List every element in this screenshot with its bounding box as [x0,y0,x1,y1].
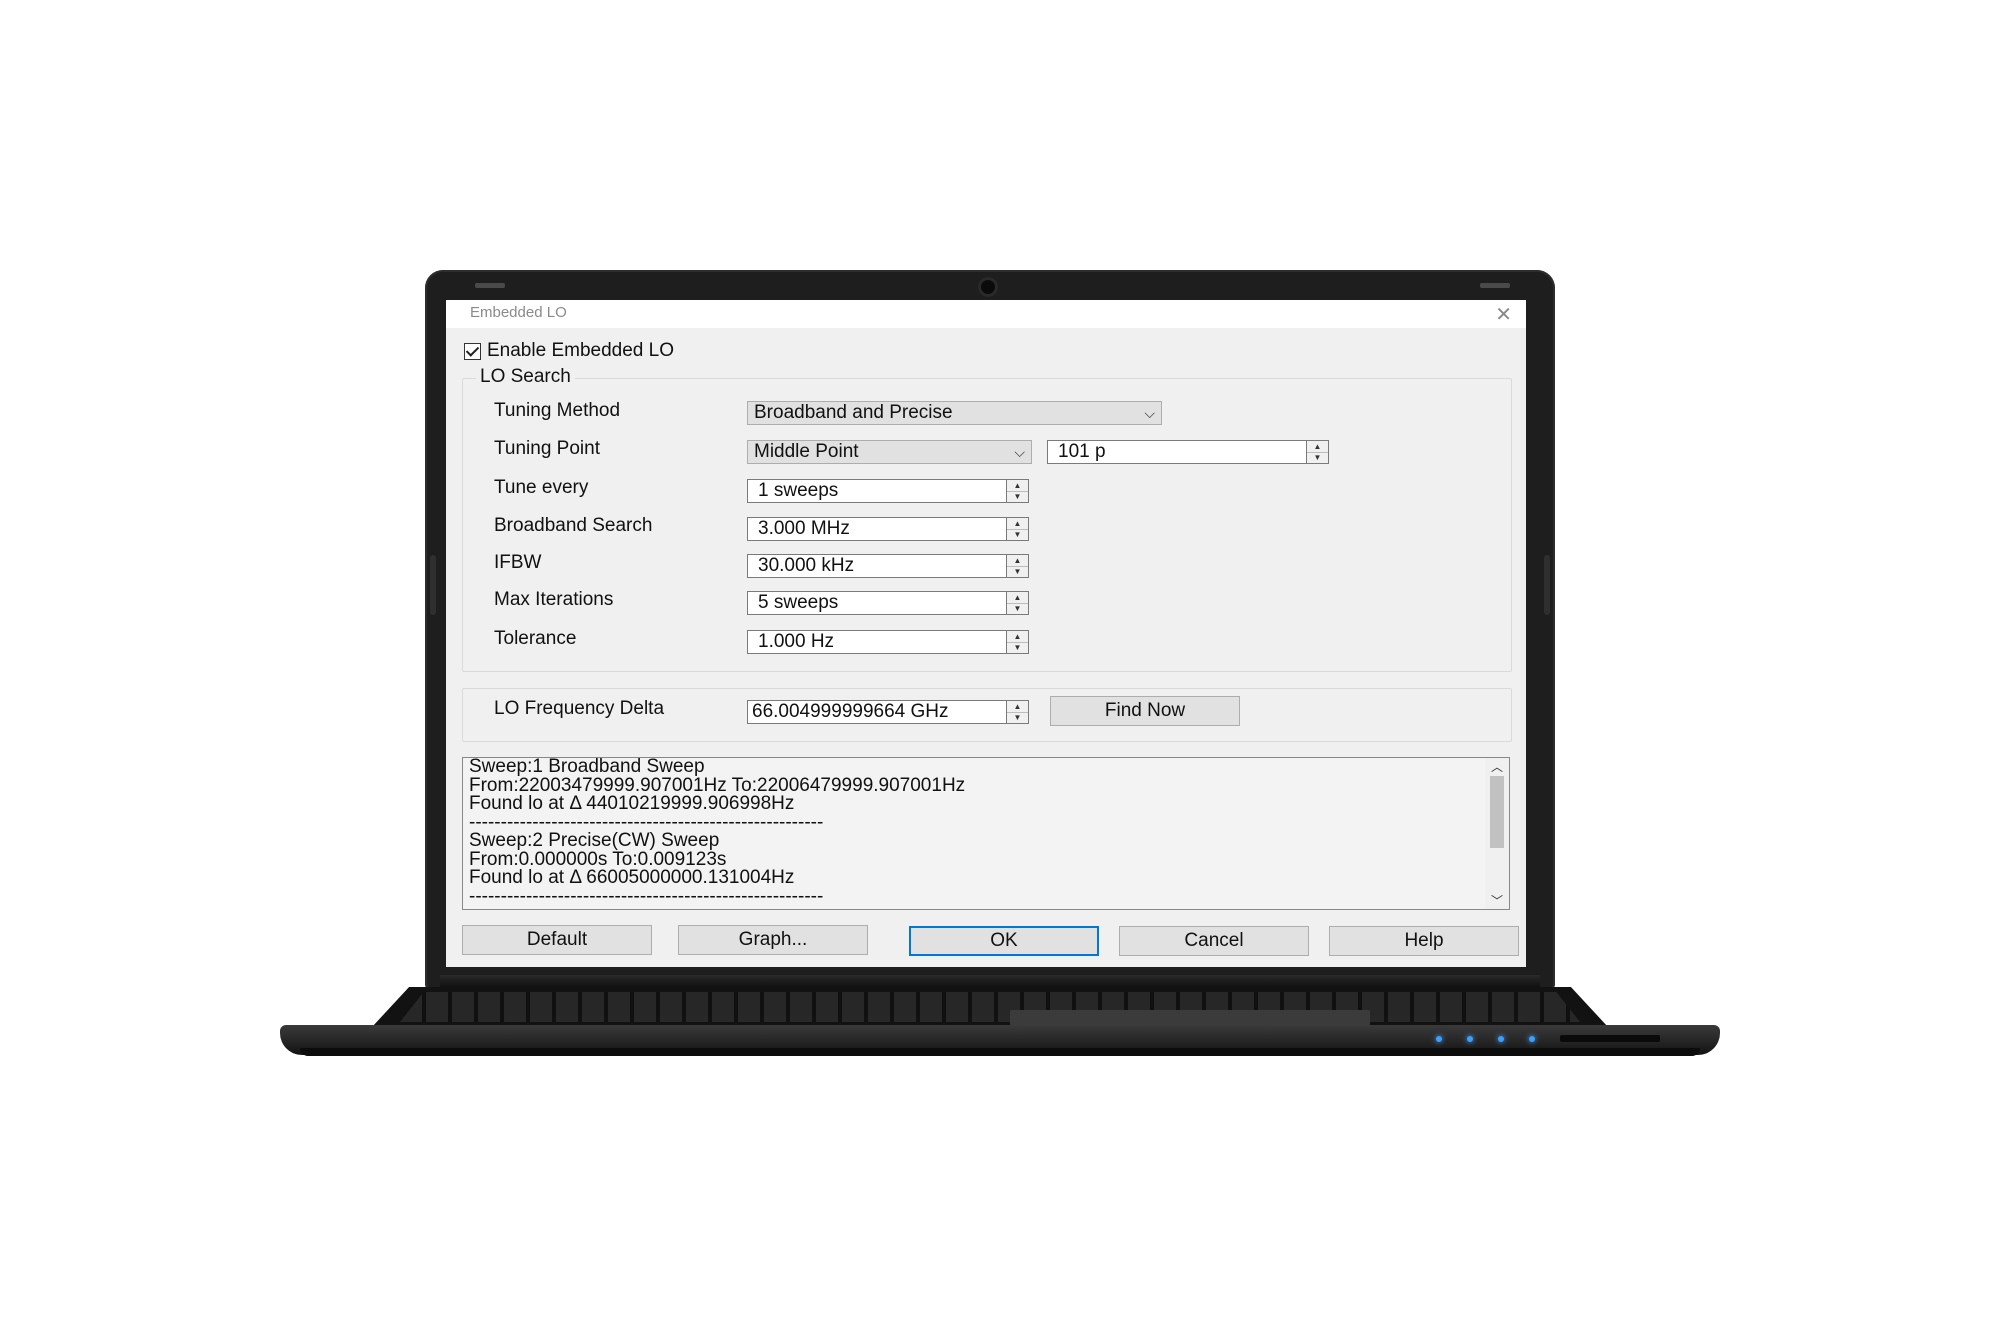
spin-arrows[interactable]: ▲ ▼ [1007,700,1029,724]
keyboard-keys [400,992,1580,1022]
log-line: Sweep:1 Broadband Sweep [469,757,705,777]
spin-down-icon[interactable]: ▼ [1007,490,1028,503]
spin-arrows[interactable]: ▲ ▼ [1307,440,1329,464]
spin-up-icon[interactable]: ▲ [1007,701,1028,712]
bezel-nub-left [430,555,436,615]
ifbw-spinbox[interactable]: 30.000 kHz ▲ ▼ [747,554,1029,578]
spin-up-icon[interactable]: ▲ [1307,441,1328,452]
tuning-points-spinbox[interactable]: 101 p ▲ ▼ [1047,440,1329,464]
broadband-search-label: Broadband Search [494,515,653,536]
tuning-point-select[interactable]: Middle Point ⌵ [747,440,1032,464]
spin-arrows[interactable]: ▲ ▼ [1007,591,1029,615]
spin-arrows[interactable]: ▲ ▼ [1007,479,1029,503]
spin-up-icon[interactable]: ▲ [1007,480,1028,491]
log-scrollbar[interactable]: ︿ ﹀ [1485,758,1509,909]
scroll-down-icon[interactable]: ﹀ [1485,892,1509,909]
tune-every-spinbox[interactable]: 1 sweeps ▲ ▼ [747,479,1029,503]
bezel-nub-right [1544,555,1550,615]
tune-every-label: Tune every [494,477,589,498]
tuning-point-value: Middle Point [754,441,859,462]
tolerance-input[interactable]: 1.000 Hz [747,630,1007,654]
max-iterations-input[interactable]: 5 sweeps [747,591,1007,615]
spin-down-icon[interactable]: ▼ [1007,528,1028,541]
tuning-points-input[interactable]: 101 p [1047,440,1307,464]
card-slot [1560,1035,1660,1042]
search-log-lines: Sweep:1 Broadband Sweep From:22003479999.… [469,758,1469,906]
chevron-down-icon: ⌵ [1144,405,1155,421]
touchpad [1010,1010,1370,1026]
log-line: Sweep:2 Precise(CW) Sweep [469,830,720,851]
spin-down-icon[interactable]: ▼ [1007,565,1028,578]
hinge [440,975,1540,987]
tuning-method-label: Tuning Method [494,400,621,421]
default-button[interactable]: Default [462,925,652,955]
lid-speaker-right [1480,283,1510,288]
help-button[interactable]: Help [1329,926,1519,956]
scroll-up-icon[interactable]: ︿ [1485,758,1509,775]
lo-frequency-delta-label: LO Frequency Delta [494,698,665,719]
status-led [1529,1036,1535,1042]
spin-up-icon[interactable]: ▲ [1007,518,1028,529]
spin-up-icon[interactable]: ▲ [1007,555,1028,566]
ifbw-input[interactable]: 30.000 kHz [747,554,1007,578]
status-led [1498,1036,1504,1042]
log-line: Found lo at Δ 66005000000.131004Hz [469,867,795,888]
tuning-method-select[interactable]: Broadband and Precise ⌵ [747,401,1162,425]
lid-speaker-left [475,283,505,288]
embedded-lo-dialog: Embedded LO ✕ Enable Embedded LO LO Sear… [446,300,1526,967]
find-now-button[interactable]: Find Now [1050,696,1240,726]
spin-down-icon[interactable]: ▼ [1007,602,1028,615]
log-line: Found lo at Δ 44010219999.906998Hz [469,793,795,814]
tolerance-spinbox[interactable]: 1.000 Hz ▲ ▼ [747,630,1029,654]
checkbox-checked-icon[interactable] [464,342,481,360]
status-led [1436,1036,1442,1042]
lo-frequency-delta-input[interactable]: 66.004999999664 GHz [747,700,1007,724]
ifbw-label: IFBW [494,552,542,573]
tolerance-label: Tolerance [494,628,577,649]
max-iterations-spinbox[interactable]: 5 sweeps ▲ ▼ [747,591,1029,615]
close-icon[interactable]: ✕ [1495,302,1512,327]
spin-up-icon[interactable]: ▲ [1007,631,1028,642]
status-led [1467,1036,1473,1042]
spin-arrows[interactable]: ▲ ▼ [1007,630,1029,654]
spin-arrows[interactable]: ▲ ▼ [1007,517,1029,541]
spin-down-icon[interactable]: ▼ [1007,641,1028,654]
broadband-search-input[interactable]: 3.000 MHz [747,517,1007,541]
chevron-down-icon: ⌵ [1014,444,1025,460]
ok-button[interactable]: OK [909,926,1099,956]
dialog-title: Embedded LO [470,304,567,321]
spin-arrows[interactable]: ▲ ▼ [1007,554,1029,578]
graph-button[interactable]: Graph... [678,925,868,955]
spin-up-icon[interactable]: ▲ [1007,592,1028,603]
log-line: ----------------------------------------… [469,885,824,907]
tuning-point-label: Tuning Point [494,438,600,459]
broadband-search-spinbox[interactable]: 3.000 MHz ▲ ▼ [747,517,1029,541]
enable-embedded-lo-checkbox[interactable]: Enable Embedded LO [464,340,674,362]
scroll-thumb[interactable] [1490,776,1504,848]
tune-every-input[interactable]: 1 sweeps [747,479,1007,503]
laptop-base-lip [300,1048,1700,1056]
lo-frequency-delta-spinbox[interactable]: 66.004999999664 GHz ▲ ▼ [747,700,1029,724]
tuning-method-value: Broadband and Precise [754,402,953,423]
cancel-button[interactable]: Cancel [1119,926,1309,956]
enable-embedded-lo-label: Enable Embedded LO [487,340,674,361]
dialog-titlebar: Embedded LO ✕ [446,300,1526,328]
spin-down-icon[interactable]: ▼ [1307,451,1328,464]
max-iterations-label: Max Iterations [494,589,614,610]
spin-down-icon[interactable]: ▼ [1007,711,1028,724]
lo-search-group-title: LO Search [476,366,575,388]
search-log[interactable]: Sweep:1 Broadband Sweep From:22003479999.… [462,757,1510,910]
webcam [978,277,998,297]
